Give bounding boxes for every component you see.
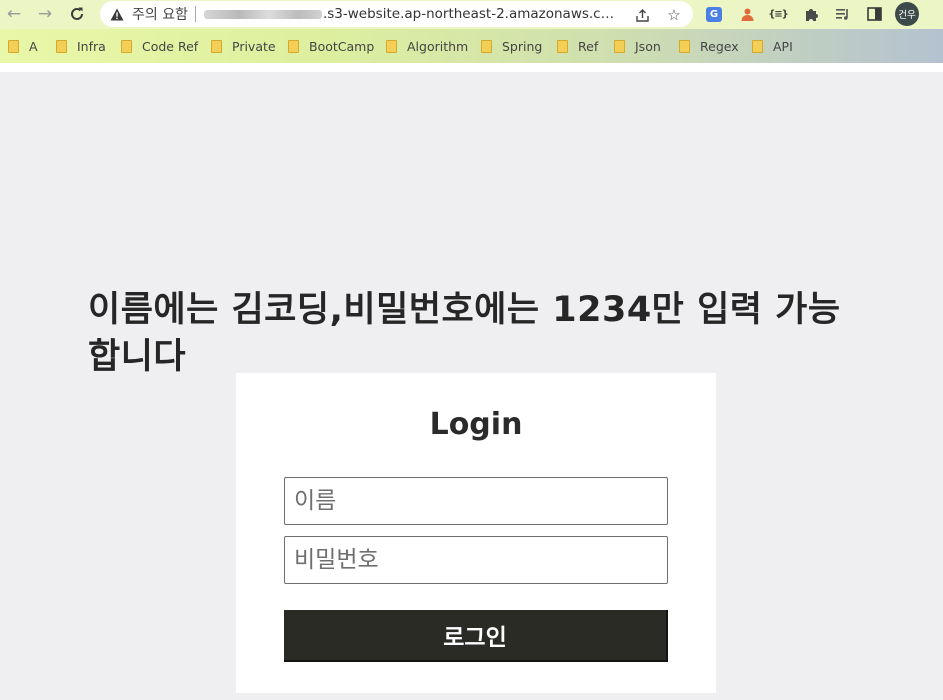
json-badge: {≡} bbox=[768, 8, 789, 20]
bookmark-label: A bbox=[29, 38, 38, 54]
folder-icon bbox=[121, 39, 132, 53]
security-label[interactable]: 주의 요함 bbox=[132, 4, 188, 24]
folder-icon bbox=[288, 39, 299, 53]
translate-badge: G bbox=[706, 6, 722, 22]
url-text[interactable]: .s3-website.ap-northeast-2.amazonaws.com… bbox=[323, 6, 618, 22]
extensions-puzzle-icon[interactable] bbox=[800, 3, 822, 25]
bookmark-folder-infra[interactable]: Infra bbox=[56, 37, 106, 55]
address-divider bbox=[194, 6, 196, 22]
warning-triangle-icon bbox=[110, 7, 124, 21]
bookmark-folder-code-ref[interactable]: Code Ref bbox=[121, 37, 198, 55]
bookmark-label: Code Ref bbox=[142, 38, 199, 54]
folder-icon bbox=[8, 39, 19, 53]
folder-icon bbox=[386, 39, 397, 53]
bookmark-label: Ref bbox=[578, 38, 599, 54]
login-notice-heading: 이름에는 김코딩,비밀번호에는 1234만 입력 가능합니다 bbox=[88, 290, 841, 377]
person-extension-icon[interactable] bbox=[736, 3, 758, 25]
login-card: Login 로그인 bbox=[236, 373, 716, 693]
bookmark-label: BootCamp bbox=[309, 38, 375, 54]
bookmark-folder-api[interactable]: API bbox=[752, 37, 793, 55]
translate-extension-icon[interactable]: G bbox=[703, 3, 725, 25]
back-arrow-icon[interactable]: ← bbox=[1, 2, 27, 26]
folder-icon bbox=[56, 39, 67, 53]
bookmark-label: Algorithm bbox=[407, 38, 469, 54]
forward-arrow-icon[interactable]: → bbox=[32, 2, 58, 26]
chrome-divider bbox=[0, 63, 943, 72]
login-button[interactable]: 로그인 bbox=[284, 610, 668, 662]
bookmark-folder-a[interactable]: A bbox=[8, 37, 38, 55]
bookmark-label: Json bbox=[635, 38, 661, 54]
bookmark-label: Private bbox=[232, 38, 276, 54]
bookmark-star-icon[interactable]: ☆ bbox=[665, 6, 683, 24]
reload-icon[interactable] bbox=[64, 2, 90, 26]
bookmark-label: Infra bbox=[77, 38, 106, 54]
bookmark-label: Regex bbox=[700, 38, 739, 54]
bookmark-folder-json[interactable]: Json bbox=[614, 37, 661, 55]
login-title: Login bbox=[429, 407, 523, 442]
folder-icon bbox=[752, 39, 763, 53]
name-input[interactable] bbox=[284, 477, 668, 525]
browser-toolbar: ← → 주의 요함 .s3-website.ap-northeast-2.ama… bbox=[0, 0, 943, 29]
bookmark-folder-private[interactable]: Private bbox=[211, 37, 276, 55]
bookmark-folder-bootcamp[interactable]: BootCamp bbox=[288, 37, 374, 55]
bookmark-label: Spring bbox=[502, 38, 543, 54]
url-redacted-segment bbox=[203, 9, 322, 19]
bookmarks-bar: A Infra Code Ref Private BootCamp Algori… bbox=[0, 29, 943, 63]
json-extension-icon[interactable]: {≡} bbox=[767, 3, 789, 25]
bookmark-folder-algorithm[interactable]: Algorithm bbox=[386, 37, 468, 55]
profile-avatar[interactable]: 건우 bbox=[895, 2, 919, 26]
media-control-icon[interactable] bbox=[832, 3, 854, 25]
folder-icon bbox=[557, 39, 568, 53]
side-panel-icon[interactable] bbox=[863, 3, 885, 25]
bookmark-folder-spring[interactable]: Spring bbox=[481, 37, 542, 55]
address-bar[interactable]: 주의 요함 .s3-website.ap-northeast-2.amazona… bbox=[100, 1, 693, 27]
share-icon[interactable] bbox=[633, 6, 651, 24]
folder-icon bbox=[211, 39, 222, 53]
password-input[interactable] bbox=[284, 536, 668, 584]
bookmark-folder-regex[interactable]: Regex bbox=[679, 37, 739, 55]
folder-icon bbox=[679, 39, 690, 53]
folder-icon bbox=[481, 39, 492, 53]
folder-icon bbox=[614, 39, 625, 53]
bookmark-label: API bbox=[773, 38, 793, 54]
bookmark-folder-ref[interactable]: Ref bbox=[557, 37, 598, 55]
